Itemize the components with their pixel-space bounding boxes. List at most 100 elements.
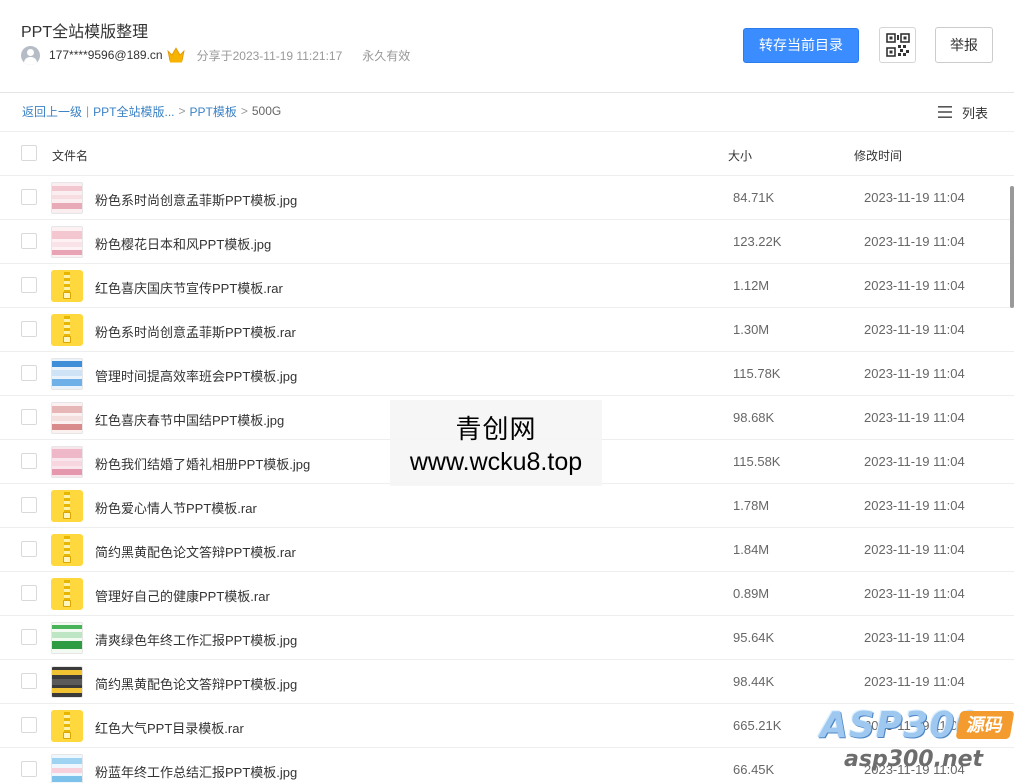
share-time: 分享于2023-11-19 11:21:17	[196, 48, 343, 63]
table-row[interactable]: 管理时间提高效率班会PPT模板.jpg 115.78K 2023-11-19 11:…	[0, 352, 1014, 396]
file-size: 0.89M	[733, 586, 770, 601]
file-modified-time: 2023-11-19 11:04	[864, 366, 965, 381]
file-size: 665.21K	[733, 718, 782, 733]
table-row[interactable]: 红色喜庆国庆节宣传PPT模板.rar 1.12M 2023-11-19 11:04	[0, 264, 1014, 308]
file-name[interactable]: 清爽绿色年终工作汇报PPT模板.jpg	[95, 630, 297, 649]
file-name[interactable]: 红色大气PPT目录模板.rar	[95, 718, 244, 737]
file-name[interactable]: 粉蓝年终工作总结汇报PPT模板.jpg	[95, 762, 297, 781]
row-checkbox[interactable]	[21, 233, 37, 249]
zip-file-icon[interactable]	[51, 314, 83, 346]
view-mode-toggle[interactable]: 列表	[938, 103, 988, 121]
row-checkbox[interactable]	[21, 585, 37, 601]
asp300-logo: ASP300 源码 asp300.net	[818, 705, 1014, 783]
logo-url: asp300.net	[844, 747, 984, 772]
zip-file-icon[interactable]	[51, 710, 83, 742]
qr-code-icon	[885, 33, 910, 57]
table-row[interactable]: 粉色系时尚创意孟菲斯PPT模板.jpg 84.71K 2023-11-19 11:0…	[0, 176, 1014, 220]
row-checkbox[interactable]	[21, 673, 37, 689]
file-modified-time: 2023-11-19 11:04	[864, 542, 965, 557]
row-checkbox[interactable]	[21, 409, 37, 425]
row-checkbox[interactable]	[21, 497, 37, 513]
column-header-size[interactable]: 大小	[728, 147, 752, 164]
image-thumbnail-icon[interactable]	[51, 358, 83, 390]
row-checkbox[interactable]	[21, 541, 37, 557]
file-name[interactable]: 粉色樱花日本和风PPT模板.jpg	[95, 234, 271, 253]
watermark: 青创网 www.wcku8.top	[390, 400, 602, 486]
breadcrumb-separator: >	[178, 104, 186, 118]
table-row[interactable]: 简约黑黄配色论文答辩PPT模板.rar 1.84M 2023-11-19 11:04	[0, 528, 1014, 572]
breadcrumb-level1[interactable]: PPT全站模版...	[93, 103, 174, 120]
save-to-netdisk-button[interactable]: 转存当前目录	[743, 28, 859, 63]
image-thumbnail-icon[interactable]	[51, 446, 83, 478]
file-modified-time: 2023-11-19 11:04	[864, 586, 965, 601]
column-header-name[interactable]: 文件名	[52, 147, 88, 164]
table-row[interactable]: 简约黑黄配色论文答辩PPT模板.jpg 98.44K 2023-11-19 11:0…	[0, 660, 1014, 704]
file-modified-time: 2023-11-19 11:04	[864, 190, 965, 205]
column-header-time[interactable]: 修改时间	[854, 147, 902, 164]
file-modified-time: 2023-11-19 11:04	[864, 498, 965, 513]
row-checkbox[interactable]	[21, 321, 37, 337]
zip-file-icon[interactable]	[51, 490, 83, 522]
breadcrumb-separator: >	[240, 104, 248, 118]
file-size: 66.45K	[733, 762, 775, 777]
row-checkbox[interactable]	[21, 189, 37, 205]
view-mode-label: 列表	[962, 105, 989, 121]
image-thumbnail-icon[interactable]	[51, 666, 83, 698]
row-checkbox[interactable]	[21, 365, 37, 381]
row-checkbox[interactable]	[21, 277, 37, 293]
share-title: PPT全站模版整理	[21, 24, 149, 41]
file-modified-time: 2023-11-19 11:04	[864, 674, 965, 689]
file-name[interactable]: 管理好自己的健康PPT模板.rar	[95, 586, 270, 605]
breadcrumb: 返回上一级 | PPT全站模版... > PPT模板 > 500G	[22, 103, 281, 119]
file-name[interactable]: 红色喜庆春节中国结PPT模板.jpg	[95, 410, 284, 429]
table-row[interactable]: 粉色樱花日本和风PPT模板.jpg 123.22K 2023-11-19 11:04	[0, 220, 1014, 264]
file-modified-time: 2023-11-19 11:04	[864, 234, 965, 249]
report-button[interactable]: 举报	[935, 27, 993, 63]
breadcrumb-divider: |	[86, 104, 90, 118]
image-thumbnail-icon[interactable]	[51, 754, 83, 783]
breadcrumb-back[interactable]: 返回上一级	[22, 103, 82, 120]
scrollbar-thumb[interactable]	[1010, 186, 1014, 308]
file-modified-time: 2023-11-19 11:04	[864, 410, 965, 425]
share-header: PPT全站模版整理 177****9596@189.cn 分享于2023-11-…	[0, 0, 1014, 93]
logo-tag: 源码	[955, 711, 1014, 739]
row-checkbox[interactable]	[21, 761, 37, 777]
select-all-checkbox[interactable]	[21, 145, 37, 161]
row-checkbox[interactable]	[21, 453, 37, 469]
zip-file-icon[interactable]	[51, 270, 83, 302]
table-row[interactable]: 清爽绿色年终工作汇报PPT模板.jpg 95.64K 2023-11-19 11:0…	[0, 616, 1014, 660]
vip-crown-icon	[166, 47, 185, 63]
file-size: 115.58K	[733, 454, 781, 469]
file-name[interactable]: 红色喜庆国庆节宣传PPT模板.rar	[95, 278, 283, 297]
row-checkbox[interactable]	[21, 629, 37, 645]
table-row[interactable]: 粉色爱心情人节PPT模板.rar 1.78M 2023-11-19 11:04	[0, 484, 1014, 528]
image-thumbnail-icon[interactable]	[51, 622, 83, 654]
image-thumbnail-icon[interactable]	[51, 402, 83, 434]
file-name[interactable]: 管理时间提高效率班会PPT模板.jpg	[95, 366, 297, 385]
zip-file-icon[interactable]	[51, 578, 83, 610]
file-size: 1.30M	[733, 322, 770, 337]
file-size: 115.78K	[733, 366, 781, 381]
file-name[interactable]: 简约黑黄配色论文答辩PPT模板.rar	[95, 542, 296, 561]
sharer-name[interactable]: 177****9596@189.cn	[49, 48, 163, 62]
image-thumbnail-icon[interactable]	[51, 182, 83, 214]
row-checkbox[interactable]	[21, 717, 37, 733]
file-size: 98.44K	[733, 674, 775, 689]
file-modified-time: 2023-11-19 11:04	[864, 630, 965, 645]
qr-code-button[interactable]	[879, 27, 916, 63]
file-modified-time: 2023-11-19 11:04	[864, 322, 965, 337]
file-name[interactable]: 粉色我们结婚了婚礼相册PPT模板.jpg	[95, 454, 310, 473]
file-name[interactable]: 粉色系时尚创意孟菲斯PPT模板.rar	[95, 322, 296, 341]
file-name[interactable]: 粉色爱心情人节PPT模板.rar	[95, 498, 257, 517]
file-size: 1.78M	[733, 498, 770, 513]
breadcrumb-level2[interactable]: PPT模板	[190, 103, 237, 120]
file-name[interactable]: 简约黑黄配色论文答辩PPT模板.jpg	[95, 674, 297, 693]
file-size: 84.71K	[733, 190, 775, 205]
file-modified-time: 2023-11-19 11:04	[864, 454, 965, 469]
file-name[interactable]: 粉色系时尚创意孟菲斯PPT模板.jpg	[95, 190, 297, 209]
image-thumbnail-icon[interactable]	[51, 226, 83, 258]
table-row[interactable]: 管理好自己的健康PPT模板.rar 0.89M 2023-11-19 11:04	[0, 572, 1014, 616]
avatar[interactable]	[21, 45, 40, 65]
zip-file-icon[interactable]	[51, 534, 83, 566]
table-row[interactable]: 粉色系时尚创意孟菲斯PPT模板.rar 1.30M 2023-11-19 11:04	[0, 308, 1014, 352]
